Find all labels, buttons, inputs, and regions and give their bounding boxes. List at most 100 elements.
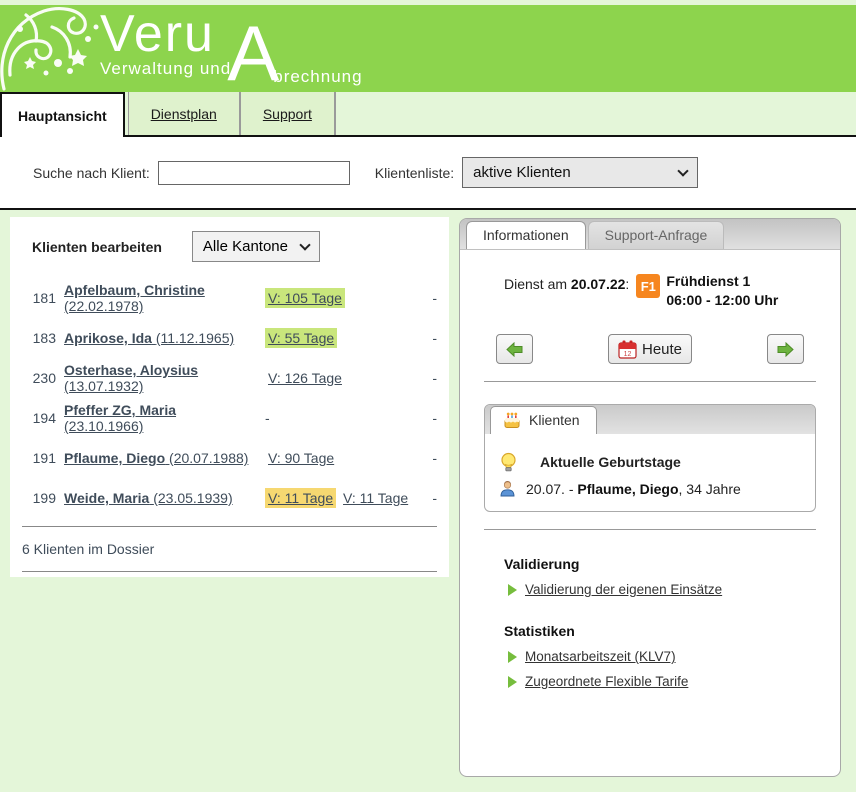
page: Veru Verwaltung und A brechnung Hauptans…: [0, 0, 856, 792]
info-panel-tabbar: Informationen Support-Anfrage: [460, 219, 840, 250]
app-logo: Veru Verwaltung und A brechnung: [100, 7, 363, 93]
duty-date-text: Dienst am 20.07.22:: [504, 276, 629, 292]
client-dash: -: [421, 450, 437, 466]
canton-filter-value: Alle Kantone: [203, 238, 288, 255]
klienten-tab-label: Klienten: [529, 412, 580, 428]
logo-subtitle-post: brechnung: [273, 67, 362, 87]
client-dash: -: [421, 370, 437, 386]
validation-section: Validierung Validierung der eigenen Eins…: [504, 556, 840, 597]
client-row: 199 Weide, Maria (23.05.1939) V: 11 Tage…: [22, 478, 437, 518]
client-id: 191: [22, 450, 56, 466]
client-name-link[interactable]: Pfeffer ZG, Maria (23.10.1966): [64, 402, 176, 434]
divider: [484, 381, 816, 382]
logo-main-text: Veru: [100, 7, 231, 61]
shift-name: Frühdienst 1: [666, 273, 750, 289]
birthday-cake-icon: [503, 411, 521, 429]
vacation-badge: -: [265, 410, 270, 426]
client-row: 194 Pfeffer ZG, Maria (23.10.1966) - -: [22, 398, 437, 438]
statistics-heading: Statistiken: [504, 623, 840, 639]
divider: [484, 529, 816, 530]
lightbulb-icon: [499, 452, 518, 472]
chevron-down-icon: [677, 165, 688, 176]
search-band: Suche nach Klient: Klientenliste: aktive…: [0, 135, 856, 210]
flexible-tariffs-link[interactable]: Zugeordnete Flexible Tarife: [525, 674, 688, 689]
client-row: 191 Pflaume, Diego (20.07.1988) V: 90 Ta…: [22, 438, 437, 478]
validation-link[interactable]: Validierung der eigenen Einsätze: [525, 582, 722, 597]
tab-klienten[interactable]: Klienten: [490, 406, 597, 434]
client-count-text: 6 Klienten im Dossier: [22, 535, 437, 563]
statistics-section: Statistiken Monatsarbeitszeit (KLV7) Zug…: [504, 623, 840, 689]
chevron-down-icon: [299, 239, 310, 250]
client-name-link[interactable]: Aprikose, Ida (11.12.1965): [64, 330, 234, 346]
canton-filter-select[interactable]: Alle Kantone: [192, 231, 320, 262]
today-button-label: Heute: [642, 341, 682, 358]
tab-hauptansicht[interactable]: Hauptansicht: [0, 92, 125, 137]
prev-day-button[interactable]: [496, 334, 533, 364]
client-id: 181: [22, 290, 56, 306]
client-id: 199: [22, 490, 56, 506]
calendar-icon: 12: [618, 340, 637, 359]
divider: [22, 571, 437, 572]
shift-details: Frühdienst 1 06:00 - 12:00 Uhr: [666, 272, 778, 310]
birthday-entry: 20.07. - Pflaume, Diego, 34 Jahre: [526, 481, 741, 497]
monthly-worktime-link[interactable]: Monatsarbeitszeit (KLV7): [525, 649, 676, 664]
search-input[interactable]: [158, 161, 350, 185]
tab-informationen[interactable]: Informationen: [466, 221, 586, 249]
client-id: 230: [22, 370, 56, 386]
vacation-badge[interactable]: V: 11 Tage: [265, 488, 336, 508]
birthday-heading-row: Aktuelle Geburtstage: [499, 452, 801, 472]
next-day-button[interactable]: [767, 334, 804, 364]
client-row: 183 Aprikose, Ida (11.12.1965) V: 55 Tag…: [22, 318, 437, 358]
logo-big-a: A: [227, 13, 279, 93]
triangle-bullet-icon: [508, 651, 517, 663]
client-list-label: Klientenliste:: [375, 165, 454, 181]
birthday-heading: Aktuelle Geburtstage: [540, 454, 681, 470]
tab-support[interactable]: Support: [241, 92, 336, 135]
client-list-select[interactable]: aktive Klienten: [462, 157, 698, 188]
client-list: 181 Apfelbaum, Christine (22.02.1978) V:…: [22, 278, 437, 518]
client-dash: -: [421, 490, 437, 506]
client-name-link[interactable]: Weide, Maria (23.05.1939): [64, 490, 233, 506]
vacation-badge[interactable]: V: 55 Tage: [265, 328, 337, 348]
tab-dienstplan[interactable]: Dienstplan: [129, 92, 241, 135]
client-dash: -: [421, 410, 437, 426]
client-list-selected-value: aktive Klienten: [473, 164, 571, 181]
clients-panel: Klienten bearbeiten Alle Kantone 181 Apf…: [10, 217, 449, 577]
vacation-badge[interactable]: V: 105 Tage: [265, 288, 345, 308]
client-name-link[interactable]: Apfelbaum, Christine (22.02.1978): [64, 282, 205, 314]
today-button[interactable]: 12 Heute: [608, 334, 692, 364]
search-label: Suche nach Klient:: [33, 165, 150, 181]
client-dash: -: [421, 330, 437, 346]
client-id: 183: [22, 330, 56, 346]
shift-time: 06:00 - 12:00 Uhr: [666, 292, 778, 308]
person-icon: [499, 480, 516, 497]
birthday-entry-row: 20.07. - Pflaume, Diego, 34 Jahre: [499, 480, 801, 497]
client-name-link[interactable]: Osterhase, Aloysius (13.07.1932): [64, 362, 198, 394]
floral-ornament-icon: [0, 5, 110, 92]
duty-info-row: Dienst am 20.07.22: F1 Frühdienst 1 06:0…: [504, 272, 840, 310]
client-row: 181 Apfelbaum, Christine (22.02.1978) V:…: [22, 278, 437, 318]
date-navigation: 12 Heute: [496, 334, 804, 364]
app-banner: Veru Verwaltung und A brechnung: [0, 5, 856, 92]
svg-text:12: 12: [624, 351, 632, 358]
info-panel: Informationen Support-Anfrage Dienst am …: [459, 218, 841, 777]
vacation-badge[interactable]: V: 126 Tage: [265, 368, 345, 388]
main-tabs: Hauptansicht Dienstplan Support: [0, 92, 856, 135]
vacation-badge[interactable]: V: 90 Tage: [265, 448, 337, 468]
client-name-link[interactable]: Pflaume, Diego (20.07.1988): [64, 450, 248, 466]
triangle-bullet-icon: [508, 676, 517, 688]
client-id: 194: [22, 410, 56, 426]
validation-heading: Validierung: [504, 556, 840, 572]
client-dash: -: [421, 290, 437, 306]
vacation-badge-2[interactable]: V: 11 Tage: [340, 488, 411, 508]
logo-subtitle-pre: Verwaltung und: [100, 59, 231, 79]
klienten-box: Klienten Aktuelle Geburtstage: [484, 404, 816, 512]
tab-support-anfrage[interactable]: Support-Anfrage: [588, 221, 725, 249]
shift-badge: F1: [636, 274, 660, 298]
client-row: 230 Osterhase, Aloysius (13.07.1932) V: …: [22, 358, 437, 398]
clients-panel-title: Klienten bearbeiten: [32, 239, 162, 255]
divider: [22, 526, 437, 527]
klienten-box-tabbar: Klienten: [485, 405, 815, 434]
arrow-left-icon: [506, 342, 523, 357]
triangle-bullet-icon: [508, 584, 517, 596]
